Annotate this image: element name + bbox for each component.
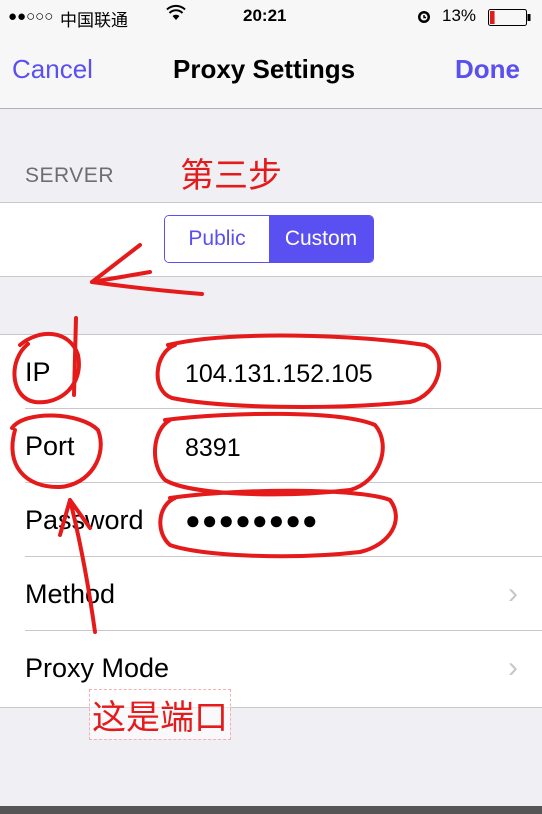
arrow-to-port (58, 498, 97, 634)
step-annotation: 第三步 (180, 156, 282, 196)
arrow-to-segmented (90, 243, 204, 296)
circle-password-value (158, 488, 398, 559)
circle-port-label (10, 413, 103, 490)
circle-port-value (152, 411, 385, 497)
circle-ip-value (155, 333, 442, 409)
port-annotation: 这是端口 (89, 689, 231, 740)
circle-ip-label (12, 331, 81, 405)
annotation-layer (10, 243, 442, 634)
